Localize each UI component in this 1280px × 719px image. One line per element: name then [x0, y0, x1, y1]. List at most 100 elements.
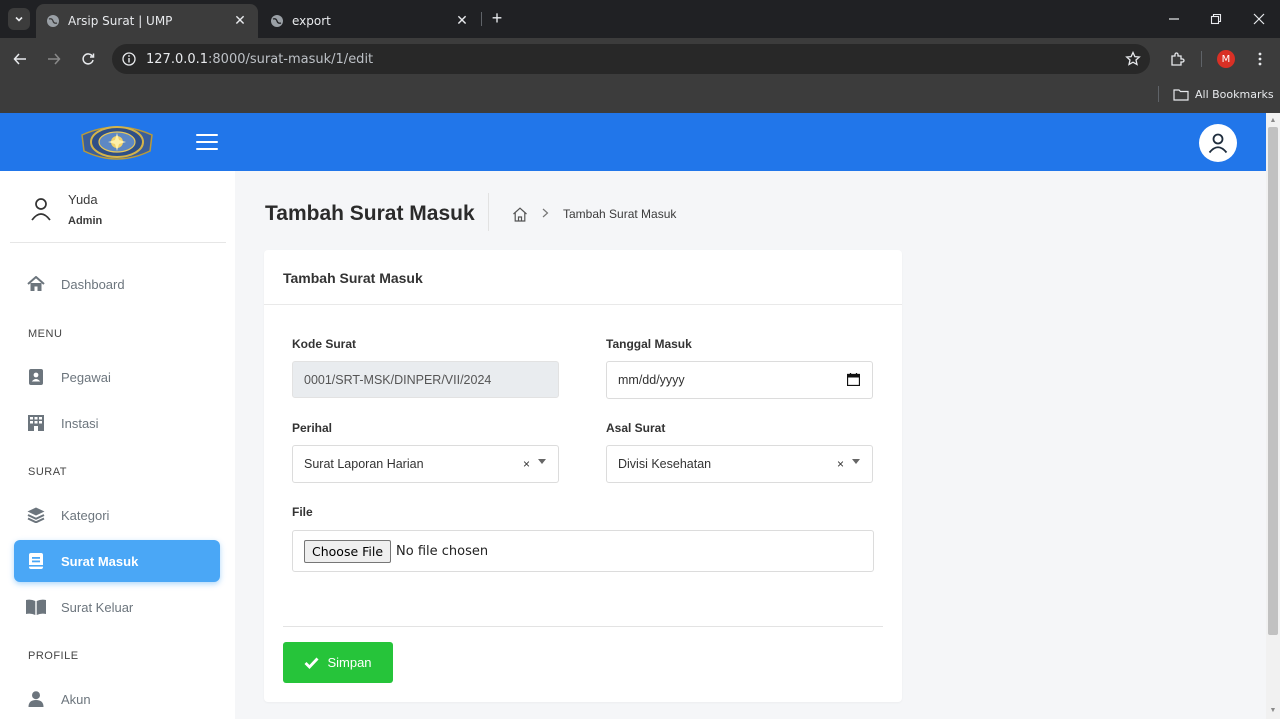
tab-export[interactable]: export ✕: [260, 4, 480, 38]
home-icon: [26, 274, 46, 294]
tab-separator: [481, 12, 482, 26]
close-window-icon[interactable]: [1244, 6, 1274, 32]
calendar-icon[interactable]: [846, 373, 861, 389]
sidebar-item-pegawai[interactable]: Pegawai: [14, 356, 220, 398]
restore-icon[interactable]: [1201, 6, 1231, 32]
bookmark-star-icon[interactable]: [1116, 51, 1150, 67]
new-tab-icon[interactable]: +: [487, 8, 507, 28]
globe-icon: [46, 14, 60, 28]
file-input[interactable]: Choose File No file chosen: [292, 530, 874, 572]
url-text: 127.0.0.1:8000/surat-masuk/1/edit: [146, 52, 1116, 67]
sidebar-item-kategori[interactable]: Kategori: [14, 494, 220, 536]
title-separator: [488, 193, 489, 231]
hamburger-menu-icon[interactable]: [196, 131, 218, 153]
university-logo[interactable]: [76, 121, 158, 163]
page-scrollbar[interactable]: ▲ ▼: [1266, 113, 1280, 719]
sidebar-item-label: Pegawai: [61, 369, 111, 385]
asal-surat-selected-value: Divisi Kesehatan: [618, 457, 712, 471]
url-host: 127.0.0.1: [146, 51, 209, 67]
clear-selection-icon[interactable]: ×: [523, 457, 530, 471]
book-icon: [26, 551, 46, 571]
breadcrumb: Tambah Surat Masuk: [512, 205, 676, 223]
choose-file-button[interactable]: Choose File: [304, 539, 392, 563]
profile-button[interactable]: M: [1214, 47, 1238, 71]
toolbar-separator: [1201, 51, 1202, 67]
tanggal-masuk-field[interactable]: mm/dd/yyyy: [606, 361, 873, 399]
tanggal-masuk-label: Tanggal Masuk: [606, 337, 692, 351]
form-divider: [283, 626, 883, 627]
app-viewport: Yuda Admin Dashboard MENU Pegawai Instas…: [0, 113, 1266, 719]
sidebar-user-name: Yuda: [68, 192, 98, 207]
bookmarks-separator: [1158, 86, 1159, 102]
main-content: Tambah Surat Masuk Tambah Surat Masuk Ta…: [235, 171, 1266, 719]
minimize-icon[interactable]: [1159, 6, 1189, 32]
asal-surat-label: Asal Surat: [606, 421, 666, 435]
sidebar-item-surat-keluar[interactable]: Surat Keluar: [14, 586, 220, 628]
perihal-label: Perihal: [292, 421, 333, 435]
card-title: Tambah Surat Masuk: [283, 270, 423, 286]
sidebar-item-surat-masuk[interactable]: Surat Masuk: [14, 540, 220, 582]
scroll-down-icon[interactable]: ▼: [1269, 707, 1277, 715]
person-icon: [26, 689, 46, 709]
breadcrumb-chevron-icon: [542, 207, 549, 221]
browser-tabstrip: Arsip Surat | UMP ✕ export ✕ +: [0, 0, 1280, 38]
form-card: Tambah Surat Masuk Kode Surat 0001/SRT-M…: [264, 250, 902, 702]
all-bookmarks-button[interactable]: All Bookmarks: [1173, 84, 1274, 104]
site-info-icon[interactable]: [112, 52, 146, 66]
open-book-icon: [26, 597, 46, 617]
sidebar-item-label: Kategori: [61, 507, 110, 523]
folder-icon: [1173, 88, 1189, 101]
tab-search-icon[interactable]: [8, 8, 30, 30]
tab-title: export: [292, 14, 331, 28]
card-header: Tambah Surat Masuk: [264, 250, 902, 305]
profile-avatar: M: [1217, 50, 1235, 68]
home-outline-icon[interactable]: [512, 206, 528, 222]
scroll-thumb[interactable]: [1268, 127, 1278, 635]
save-button[interactable]: Simpan: [283, 642, 393, 683]
asal-surat-select[interactable]: Divisi Kesehatan ×: [606, 445, 873, 483]
all-bookmarks-label: All Bookmarks: [1195, 87, 1274, 101]
browser-menu-icon[interactable]: [1249, 47, 1271, 71]
browser-toolbar: 127.0.0.1:8000/surat-masuk/1/edit M: [0, 38, 1280, 80]
tab-close-icon[interactable]: ✕: [232, 13, 248, 29]
sidebar-item-instasi[interactable]: Instasi: [14, 402, 220, 444]
back-icon[interactable]: [8, 47, 32, 71]
user-icon: [30, 197, 52, 226]
check-icon: [304, 657, 319, 669]
tanggal-masuk-placeholder: mm/dd/yyyy: [618, 373, 685, 387]
building-icon: [26, 413, 46, 433]
url-path: :8000/surat-masuk/1/edit: [208, 51, 374, 67]
dropdown-arrow-icon[interactable]: [852, 459, 860, 464]
scroll-up-icon[interactable]: ▲: [1269, 117, 1277, 125]
dropdown-arrow-icon[interactable]: [538, 459, 546, 464]
sidebar-heading-profile: PROFILE: [28, 650, 79, 662]
tab-title: Arsip Surat | UMP: [68, 14, 173, 28]
sidebar-item-akun[interactable]: Akun: [14, 678, 220, 719]
sidebar-heading-surat: SURAT: [28, 466, 67, 478]
perihal-select[interactable]: Surat Laporan Harian ×: [292, 445, 559, 483]
user-icon: [1208, 133, 1228, 154]
sidebar-item-label: Instasi: [61, 415, 99, 431]
layers-icon: [26, 505, 46, 525]
clear-selection-icon[interactable]: ×: [837, 457, 844, 471]
reload-icon[interactable]: [76, 47, 100, 71]
kode-surat-field[interactable]: 0001/SRT-MSK/DINPER/VII/2024: [292, 361, 559, 398]
sidebar-item-dashboard[interactable]: Dashboard: [14, 263, 220, 305]
tab-arsip-surat[interactable]: Arsip Surat | UMP ✕: [36, 4, 258, 38]
extensions-icon[interactable]: [1165, 47, 1189, 71]
page-title: Tambah Surat Masuk: [265, 202, 475, 225]
tab-close-icon[interactable]: ✕: [454, 13, 470, 29]
perihal-selected-value: Surat Laporan Harian: [304, 457, 424, 471]
kode-surat-label: Kode Surat: [292, 337, 357, 351]
file-label: File: [292, 505, 313, 519]
no-file-text: No file chosen: [396, 543, 489, 559]
sidebar-item-label: Akun: [61, 691, 91, 707]
kode-surat-value: 0001/SRT-MSK/DINPER/VII/2024: [304, 372, 492, 387]
forward-icon[interactable]: [42, 47, 66, 71]
sidebar-item-label: Surat Masuk: [61, 553, 139, 569]
app-topbar: [0, 113, 1266, 171]
bookmarks-bar: All Bookmarks: [0, 80, 1280, 113]
sidebar: Yuda Admin Dashboard MENU Pegawai Instas…: [0, 171, 235, 719]
user-menu-avatar[interactable]: [1199, 124, 1237, 162]
address-bar[interactable]: 127.0.0.1:8000/surat-masuk/1/edit: [112, 44, 1150, 74]
